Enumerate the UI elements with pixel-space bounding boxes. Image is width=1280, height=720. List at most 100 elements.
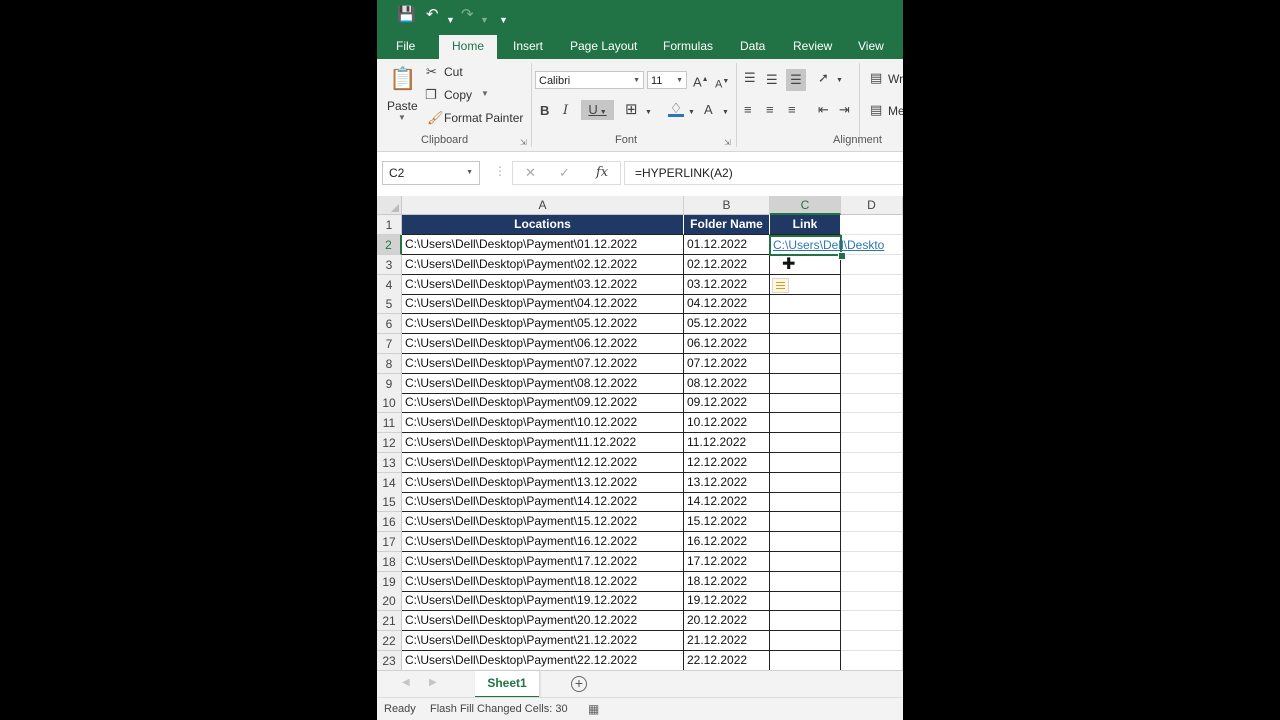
- location-cell[interactable]: C:\Users\Dell\Desktop\Payment\08.12.2022: [402, 373, 684, 394]
- link-cell[interactable]: [770, 393, 841, 414]
- row-header[interactable]: 16: [377, 512, 402, 533]
- folder-name-cell[interactable]: 13.12.2022: [684, 472, 770, 493]
- link-cell[interactable]: [770, 294, 841, 315]
- link-cell[interactable]: [770, 492, 841, 513]
- link-cell[interactable]: [770, 512, 841, 533]
- merge-center-button[interactable]: Me: [888, 104, 903, 118]
- link-cell[interactable]: [770, 314, 841, 335]
- folder-name-cell[interactable]: 05.12.2022: [684, 314, 770, 335]
- orientation-dropdown-icon[interactable]: ▼: [836, 74, 843, 88]
- folder-name-cell[interactable]: 07.12.2022: [684, 353, 770, 374]
- row-header[interactable]: 10: [377, 393, 402, 414]
- paste-dropdown-icon[interactable]: ▼: [398, 113, 406, 122]
- empty-cell[interactable]: [841, 254, 903, 275]
- link-cell[interactable]: [770, 571, 841, 592]
- folder-name-cell[interactable]: 19.12.2022: [684, 591, 770, 612]
- row-header[interactable]: 5: [377, 294, 402, 315]
- empty-cell[interactable]: [841, 472, 903, 493]
- folder-name-cell[interactable]: 06.12.2022: [684, 334, 770, 354]
- location-cell[interactable]: C:\Users\Dell\Desktop\Payment\09.12.2022: [402, 393, 684, 414]
- row-header[interactable]: 9: [377, 373, 402, 394]
- row-header[interactable]: 8: [377, 353, 402, 374]
- row-header[interactable]: 19: [377, 571, 402, 592]
- row-header[interactable]: 11: [377, 413, 402, 434]
- copy-icon[interactable]: ❐: [425, 88, 437, 102]
- row-header[interactable]: 4: [377, 274, 402, 295]
- row-header[interactable]: 14: [377, 472, 402, 493]
- row-header[interactable]: 6: [377, 314, 402, 335]
- location-cell[interactable]: C:\Users\Dell\Desktop\Payment\01.12.2022: [402, 235, 684, 255]
- location-cell[interactable]: C:\Users\Dell\Desktop\Payment\04.12.2022: [402, 294, 684, 315]
- sheet-tab-sheet1[interactable]: Sheet1: [475, 671, 539, 698]
- location-cell[interactable]: C:\Users\Dell\Desktop\Payment\06.12.2022: [402, 334, 684, 354]
- wrap-text-icon[interactable]: ▤: [870, 71, 882, 85]
- link-cell[interactable]: [770, 373, 841, 394]
- select-all-button[interactable]: [377, 196, 402, 215]
- folder-name-cell[interactable]: 12.12.2022: [684, 452, 770, 473]
- link-cell[interactable]: [770, 532, 841, 552]
- tab-review[interactable]: Review: [793, 32, 832, 59]
- tab-home[interactable]: Home: [439, 35, 498, 59]
- row-header[interactable]: 17: [377, 532, 402, 552]
- customize-icon[interactable]: ▼: [499, 11, 508, 29]
- cut-icon[interactable]: ✂: [426, 65, 437, 79]
- location-cell[interactable]: C:\Users\Dell\Desktop\Payment\12.12.2022: [402, 452, 684, 473]
- folder-name-cell[interactable]: 21.12.2022: [684, 631, 770, 651]
- link-cell[interactable]: [770, 452, 841, 473]
- tab-insert[interactable]: Insert: [513, 32, 543, 59]
- grow-font-icon[interactable]: A▲: [693, 73, 709, 89]
- folder-name-cell[interactable]: 11.12.2022: [684, 433, 770, 453]
- column-header-b[interactable]: B: [684, 196, 770, 215]
- row-header[interactable]: 18: [377, 551, 402, 572]
- fill-color-icon[interactable]: ♢: [668, 101, 684, 117]
- empty-cell[interactable]: [841, 631, 903, 651]
- location-cell[interactable]: C:\Users\Dell\Desktop\Payment\21.12.2022: [402, 631, 684, 651]
- folder-name-cell[interactable]: 17.12.2022: [684, 551, 770, 572]
- link-cell[interactable]: [770, 353, 841, 374]
- orientation-icon[interactable]: ➚: [818, 71, 829, 85]
- column-header-c[interactable]: C: [770, 196, 841, 215]
- empty-cell[interactable]: [841, 413, 903, 434]
- location-cell[interactable]: C:\Users\Dell\Desktop\Payment\13.12.2022: [402, 472, 684, 493]
- folder-name-cell[interactable]: 10.12.2022: [684, 413, 770, 434]
- location-cell[interactable]: C:\Users\Dell\Desktop\Payment\15.12.2022: [402, 512, 684, 533]
- row-header[interactable]: 3: [377, 254, 402, 275]
- flash-fill-options-icon[interactable]: [772, 278, 789, 293]
- tab-data[interactable]: Data: [740, 32, 765, 59]
- link-cell[interactable]: [770, 551, 841, 572]
- empty-cell[interactable]: [841, 314, 903, 335]
- location-cell[interactable]: C:\Users\Dell\Desktop\Payment\05.12.2022: [402, 314, 684, 335]
- link-cell[interactable]: [770, 254, 841, 275]
- undo-dropdown-icon[interactable]: ▼: [446, 11, 455, 29]
- location-cell[interactable]: C:\Users\Dell\Desktop\Payment\02.12.2022: [402, 254, 684, 275]
- tab-formulas[interactable]: Formulas: [663, 32, 713, 59]
- cut-button[interactable]: Cut: [444, 65, 463, 79]
- empty-cell[interactable]: [841, 591, 903, 612]
- macro-record-icon[interactable]: ▦: [588, 702, 599, 716]
- tab-view[interactable]: View: [858, 32, 884, 59]
- link-cell[interactable]: [770, 650, 841, 671]
- redo-dropdown-icon[interactable]: ▼: [480, 11, 489, 29]
- tab-page-layout[interactable]: Page Layout: [570, 32, 637, 59]
- align-left-icon[interactable]: ≡: [744, 103, 752, 117]
- empty-cell[interactable]: [841, 215, 903, 235]
- format-painter-icon[interactable]: 🖌: [427, 111, 444, 125]
- location-cell[interactable]: C:\Users\Dell\Desktop\Payment\16.12.2022: [402, 532, 684, 552]
- row-header[interactable]: 15: [377, 492, 402, 513]
- borders-icon[interactable]: ⊞: [625, 102, 638, 117]
- copy-dropdown-icon[interactable]: ▼: [481, 89, 489, 98]
- empty-cell[interactable]: [841, 393, 903, 414]
- folder-name-cell[interactable]: 08.12.2022: [684, 373, 770, 394]
- increase-indent-icon[interactable]: ⇥: [839, 103, 850, 117]
- underline-button[interactable]: U ▼: [581, 100, 614, 120]
- location-cell[interactable]: C:\Users\Dell\Desktop\Payment\22.12.2022: [402, 650, 684, 671]
- empty-cell[interactable]: [841, 551, 903, 572]
- empty-cell[interactable]: [841, 353, 903, 374]
- redo-icon[interactable]: ↷: [461, 6, 474, 24]
- link-cell[interactable]: [770, 631, 841, 651]
- link-cell[interactable]: [770, 591, 841, 612]
- column-header-a[interactable]: A: [402, 196, 684, 215]
- row-header[interactable]: 13: [377, 452, 402, 473]
- location-cell[interactable]: C:\Users\Dell\Desktop\Payment\19.12.2022: [402, 591, 684, 612]
- insert-function-icon[interactable]: fx: [596, 165, 608, 180]
